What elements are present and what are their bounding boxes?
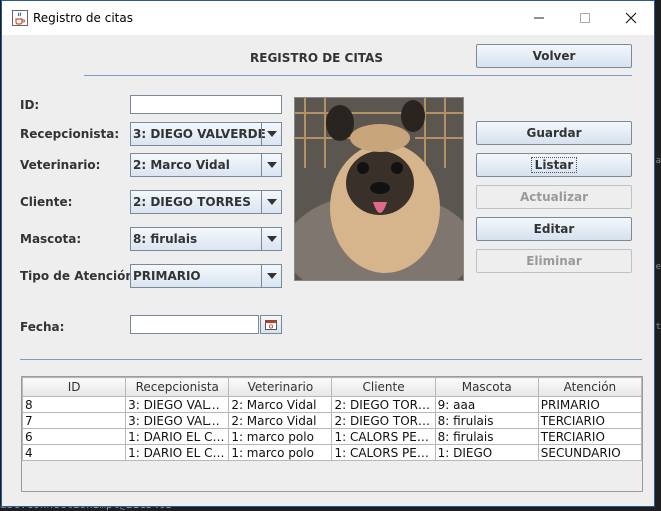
table-cell: 1: DARIO EL CH... [125, 444, 230, 461]
column-header-id[interactable]: ID [21, 377, 127, 397]
calendar-button[interactable] [260, 315, 282, 334]
title-bar[interactable]: Registro de citas [2, 1, 654, 35]
table-cell: 7 [21, 412, 127, 429]
column-header-veterinario[interactable]: Veterinario [228, 377, 333, 397]
cliente-select[interactable]: 2: DIEGO TORRES [130, 190, 282, 214]
table-cell: TERCIARIO [537, 412, 643, 429]
recepcionista-value: 3: DIEGO VALVERDE [133, 127, 266, 141]
tipo-atencion-label: Tipo de Atención: [20, 269, 139, 283]
window-title: Registro de citas [33, 11, 133, 25]
recepcionista-select[interactable]: 3: DIEGO VALVERDE [130, 122, 282, 146]
id-field[interactable] [130, 95, 282, 114]
column-header-cliente[interactable]: Cliente [331, 377, 436, 397]
mascota-value: 8: firulais [133, 232, 198, 246]
table-cell: 1: CALORS PER... [331, 428, 436, 445]
volver-button[interactable]: Volver [476, 44, 632, 68]
table-header-row: ID Recepcionista Veterinario Cliente Mas… [21, 377, 643, 397]
registro-citas-window: Registro de citas REGISTRO DE CITAS Volv… [1, 0, 655, 507]
minimize-icon [534, 17, 544, 19]
column-header-mascota[interactable]: Mascota [434, 377, 539, 397]
table-cell: 3: DIEGO VALVE... [125, 412, 230, 429]
bottom-divider [20, 359, 642, 360]
fecha-label: Fecha: [20, 320, 65, 334]
editar-button[interactable]: Editar [476, 217, 632, 241]
background-mark: e [655, 262, 661, 272]
pet-photo [294, 97, 464, 281]
chevron-down-icon[interactable] [261, 265, 281, 287]
table-row[interactable]: 7 3: DIEGO VALVE... 2: Marco Vidal 2: DI… [21, 412, 643, 429]
actualizar-button[interactable]: Actualizar [476, 185, 632, 209]
table-cell: PRIMARIO [537, 396, 643, 413]
table-cell: 8 [21, 396, 127, 413]
table-cell: 2: Marco Vidal [228, 412, 333, 429]
table-cell: 9: aaa [434, 396, 539, 413]
maximize-button[interactable] [562, 1, 608, 35]
veterinario-label: Veterinario: [20, 158, 101, 172]
tipo-atencion-select[interactable]: PRIMARIO [130, 264, 282, 288]
maximize-icon [580, 13, 590, 23]
top-divider [84, 75, 632, 76]
table-row[interactable]: 4 1: DARIO EL CH... 1: marco polo 1: CAL… [21, 444, 643, 461]
table-cell: 1: CALORS PER... [331, 444, 436, 461]
table-cell: 2: Marco Vidal [228, 396, 333, 413]
table-cell: SECUNDARIO [537, 444, 643, 461]
table-cell: 1: DARIO EL CH... [125, 428, 230, 445]
listar-label: Listar [530, 157, 578, 173]
cliente-value: 2: DIEGO TORRES [133, 195, 251, 209]
cliente-label: Cliente: [20, 195, 73, 209]
close-icon [625, 12, 637, 24]
minimize-button[interactable] [516, 1, 562, 35]
table-row[interactable]: 6 1: DARIO EL CH... 1: marco polo 1: CAL… [21, 428, 643, 445]
tipo-atencion-value: PRIMARIO [133, 269, 201, 283]
mascota-select[interactable]: 8: firulais [130, 227, 282, 251]
eliminar-button[interactable]: Eliminar [476, 249, 632, 273]
close-button[interactable] [608, 1, 654, 35]
calendar-icon [265, 319, 277, 330]
citas-table[interactable]: ID Recepcionista Veterinario Cliente Mas… [21, 377, 643, 461]
table-cell: 2: DIEGO TORR... [331, 396, 436, 413]
recepcionista-label: Recepcionista: [20, 127, 120, 141]
citas-table-container[interactable]: ID Recepcionista Veterinario Cliente Mas… [21, 376, 643, 492]
table-cell: 8: firulais [434, 428, 539, 445]
chevron-down-icon[interactable] [261, 154, 281, 176]
table-cell: 4 [21, 444, 127, 461]
chevron-down-icon[interactable] [261, 191, 281, 213]
veterinario-value: 2: Marco Vidal [133, 158, 230, 172]
fecha-field[interactable] [130, 315, 259, 334]
table-cell: 6 [21, 428, 127, 445]
column-header-atencion[interactable]: Atención [537, 377, 643, 397]
table-cell: 3: DIEGO VALVE... [125, 396, 230, 413]
table-cell: 2: DIEGO TORR... [331, 412, 436, 429]
column-header-recepcionista[interactable]: Recepcionista [125, 377, 230, 397]
guardar-button[interactable]: Guardar [476, 121, 632, 145]
table-cell: 8: firulais [434, 412, 539, 429]
background-mark: t [655, 322, 661, 332]
veterinario-select[interactable]: 2: Marco Vidal [130, 153, 282, 177]
table-cell: 1: DIEGO [434, 444, 539, 461]
table-cell: TERCIARIO [537, 428, 643, 445]
java-coffee-icon [12, 10, 28, 26]
table-cell: 1: marco polo [228, 428, 333, 445]
page-title: REGISTRO DE CITAS [250, 51, 383, 65]
id-label: ID: [20, 98, 40, 112]
table-row[interactable]: 8 3: DIEGO VALVE... 2: Marco Vidal 2: DI… [21, 396, 643, 413]
chevron-down-icon[interactable] [261, 123, 281, 145]
table-cell: 1: marco polo [228, 444, 333, 461]
chevron-down-icon[interactable] [261, 228, 281, 250]
listar-button[interactable]: Listar [476, 153, 632, 177]
mascota-label: Mascota: [20, 232, 82, 246]
